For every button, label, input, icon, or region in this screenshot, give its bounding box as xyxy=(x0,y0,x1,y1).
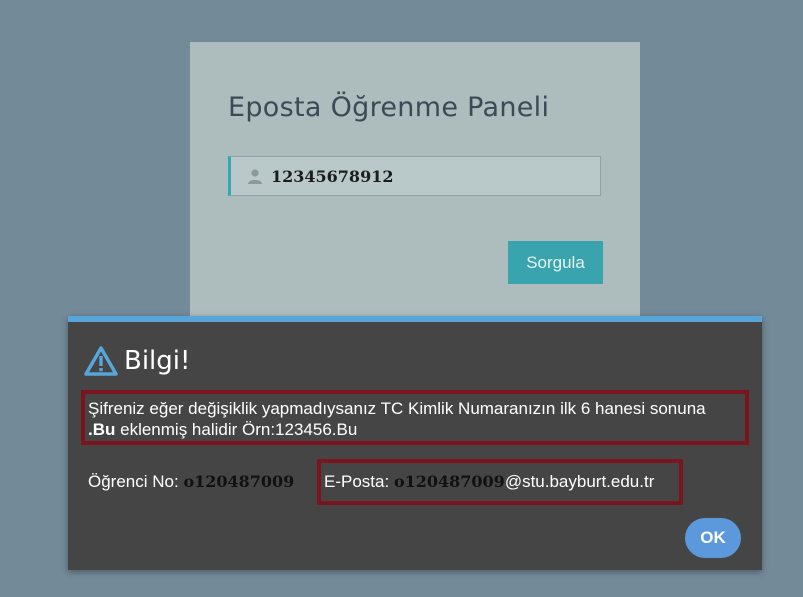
student-number-label: Öğrenci No: xyxy=(88,472,179,491)
page-title: Eposta Öğrenme Paneli xyxy=(228,92,550,123)
info-message-line-1: Şifreniz eğer değişiklik yapmadıysanız T… xyxy=(88,399,706,418)
email-label: E-Posta: xyxy=(324,472,390,491)
info-message-line-2-text: eklenmiş halidir Örn:123456.Bu xyxy=(115,420,358,439)
info-dialog: Bilgi! Şifreniz eğer değişiklik yapmadıy… xyxy=(68,316,762,570)
email-user: o120487009 xyxy=(393,472,505,491)
ok-button[interactable]: OK xyxy=(685,518,741,558)
user-icon xyxy=(248,169,262,184)
tc-number-field-wrapper xyxy=(228,156,601,196)
email-highlight: E-Posta: o120487009@stu.bayburt.edu.tr xyxy=(317,459,683,505)
login-panel: Eposta Öğrenme Paneli Sorgula xyxy=(190,42,640,342)
dialog-title: Bilgi! xyxy=(124,346,191,376)
dialog-header: Bilgi! xyxy=(84,344,190,378)
info-message-highlight: Şifreniz eğer değişiklik yapmadıysanız T… xyxy=(81,390,749,445)
tc-number-input[interactable] xyxy=(271,163,591,189)
student-number-row: Öğrenci No: o120487009 xyxy=(88,472,294,492)
student-number-value: o120487009 xyxy=(183,472,295,491)
password-suffix: .Bu xyxy=(88,420,116,439)
warning-triangle-icon xyxy=(84,346,118,376)
info-message-line-2: .Bu eklenmiş halidir Örn:123456.Bu xyxy=(88,419,745,440)
query-button[interactable]: Sorgula xyxy=(508,241,603,284)
email-domain: @stu.bayburt.edu.tr xyxy=(504,472,655,491)
